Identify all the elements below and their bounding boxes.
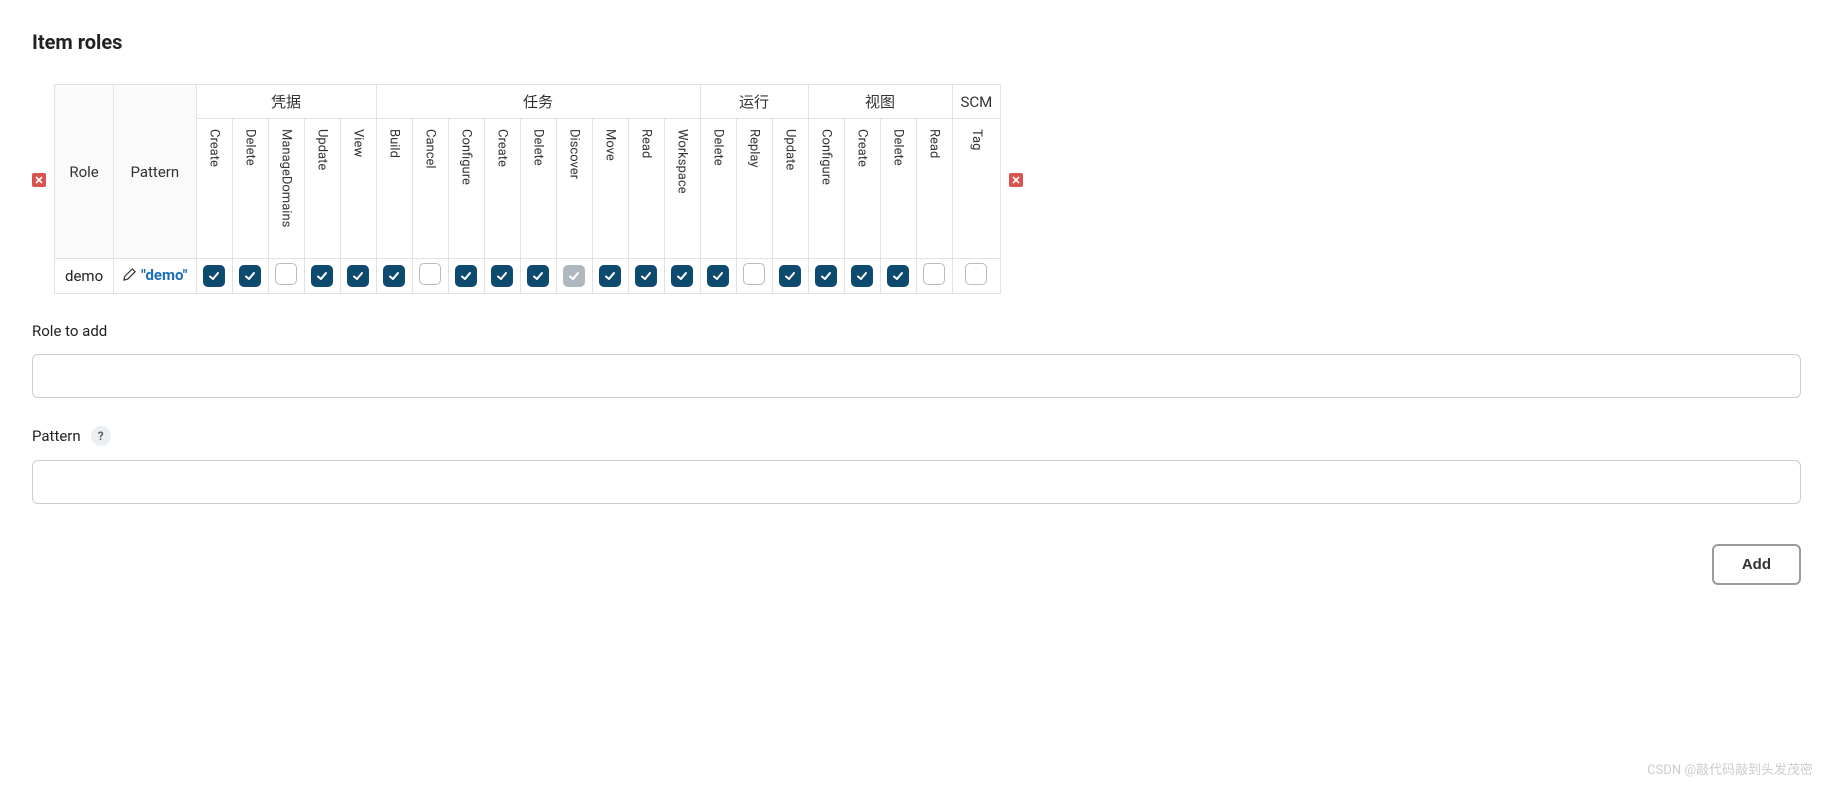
perm-checkbox-13[interactable]: [671, 265, 693, 287]
perm-header-6: Cancel: [412, 119, 448, 259]
perm-checkbox-14[interactable]: [707, 265, 729, 287]
group-header-2: 运行: [700, 85, 808, 119]
delete-role-right-icon[interactable]: [1009, 173, 1023, 205]
perm-header-14: Delete: [700, 119, 736, 259]
perm-checkbox-19[interactable]: [887, 265, 909, 287]
delete-role-left-icon[interactable]: [32, 173, 46, 205]
perm-checkbox-20[interactable]: [923, 263, 945, 285]
role-to-add-block: Role to add: [32, 322, 1801, 398]
perm-header-5: Build: [376, 119, 412, 259]
col-header-role: Role: [55, 85, 114, 259]
perm-header-10: Discover: [556, 119, 592, 259]
perm-header-20: Read: [916, 119, 952, 259]
perm-checkbox-16[interactable]: [779, 265, 801, 287]
roles-table-wrap: RolePattern凭据任务运行视图SCMCreateDeleteManage…: [32, 84, 1801, 294]
roles-table: RolePattern凭据任务运行视图SCMCreateDeleteManage…: [54, 84, 1001, 294]
pattern-input[interactable]: [32, 460, 1801, 504]
group-header-4: SCM: [952, 85, 1001, 119]
perm-header-21: Tag: [952, 119, 1001, 259]
perm-header-7: Configure: [448, 119, 484, 259]
perm-checkbox-9[interactable]: [527, 265, 549, 287]
perm-checkbox-7[interactable]: [455, 265, 477, 287]
row-pattern-cell: "demo": [114, 259, 196, 294]
watermark: CSDN @敲代码敲到头发茂密: [1647, 759, 1813, 778]
perm-header-15: Replay: [736, 119, 772, 259]
row-role-name: demo: [55, 259, 114, 294]
perm-checkbox-10[interactable]: [563, 265, 585, 287]
group-header-0: 凭据: [196, 85, 376, 119]
section-title: Item roles: [32, 30, 1801, 54]
add-button[interactable]: Add: [1712, 544, 1801, 585]
pattern-label: Pattern: [32, 427, 81, 445]
col-header-pattern: Pattern: [114, 85, 196, 259]
pattern-help-icon[interactable]: ?: [91, 426, 111, 446]
perm-header-13: Workspace: [664, 119, 700, 259]
pattern-block: Pattern ?: [32, 426, 1801, 504]
group-header-3: 视图: [808, 85, 952, 119]
table-row: demo "demo": [55, 259, 1001, 294]
edit-pattern-icon[interactable]: [122, 267, 137, 286]
perm-checkbox-1[interactable]: [239, 265, 261, 287]
role-to-add-label: Role to add: [32, 322, 1801, 340]
perm-checkbox-11[interactable]: [599, 265, 621, 287]
perm-checkbox-17[interactable]: [815, 265, 837, 287]
perm-checkbox-4[interactable]: [347, 265, 369, 287]
perm-header-2: ManageDomains: [268, 119, 304, 259]
perm-header-0: Create: [196, 119, 232, 259]
perm-checkbox-21[interactable]: [965, 263, 987, 285]
perm-header-19: Delete: [880, 119, 916, 259]
perm-header-16: Update: [772, 119, 808, 259]
row-pattern-value: "demo": [141, 266, 187, 284]
perm-checkbox-2[interactable]: [275, 263, 297, 285]
perm-checkbox-12[interactable]: [635, 265, 657, 287]
perm-header-4: View: [340, 119, 376, 259]
perm-checkbox-6[interactable]: [419, 263, 441, 285]
group-header-1: 任务: [376, 85, 700, 119]
perm-header-3: Update: [304, 119, 340, 259]
perm-header-9: Delete: [520, 119, 556, 259]
perm-checkbox-3[interactable]: [311, 265, 333, 287]
perm-header-11: Move: [592, 119, 628, 259]
perm-checkbox-8[interactable]: [491, 265, 513, 287]
role-to-add-input[interactable]: [32, 354, 1801, 398]
perm-header-18: Create: [844, 119, 880, 259]
perm-checkbox-18[interactable]: [851, 265, 873, 287]
perm-header-17: Configure: [808, 119, 844, 259]
perm-checkbox-5[interactable]: [383, 265, 405, 287]
perm-checkbox-0[interactable]: [203, 265, 225, 287]
perm-header-1: Delete: [232, 119, 268, 259]
perm-checkbox-15[interactable]: [743, 263, 765, 285]
button-row: Add: [32, 544, 1801, 585]
perm-header-12: Read: [628, 119, 664, 259]
perm-header-8: Create: [484, 119, 520, 259]
